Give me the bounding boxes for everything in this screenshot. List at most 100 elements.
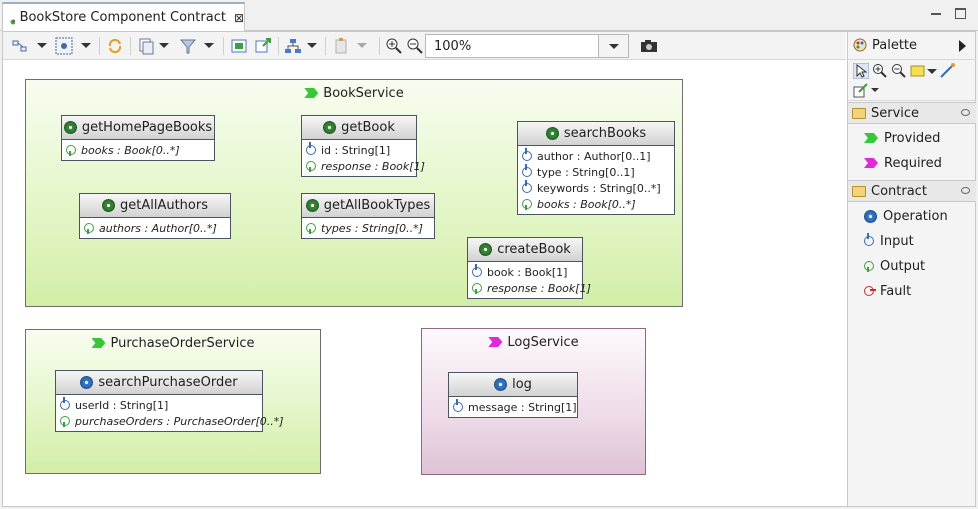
parameter-input[interactable]: type : String[0..1] [522,164,670,180]
diagram-select-icon[interactable] [11,37,29,55]
palette-item-required[interactable]: Required [864,152,942,174]
operation-search-books[interactable]: searchBooks author : Author[0..1] type :… [517,121,675,215]
parameter-label: type : String[0..1] [537,165,635,179]
parameter-output[interactable]: response : Book[1] [306,158,425,174]
provided-service-icon [304,88,319,98]
zoom-in-tool-icon[interactable] [872,63,888,79]
palette-panel: Palette Service Provided Required Contra… [847,32,976,506]
operation-name: log [512,377,532,392]
attachment-tool-icon[interactable] [853,82,869,98]
folder-icon [852,107,866,119]
chevron-down-icon[interactable] [357,43,367,48]
zoom-dropdown-button[interactable] [598,35,628,57]
input-icon [522,180,532,193]
export-icon[interactable] [254,37,272,55]
parameter-label: purchaseOrders : PurchaseOrder[0..*] [75,414,284,428]
palette-header[interactable]: Palette [848,32,976,58]
palette-item-provided[interactable]: Provided [864,127,940,149]
chevron-down-icon[interactable] [927,69,937,74]
operation-get-home-page-books[interactable]: getHomePageBooks books : Book[0..*] [61,115,215,161]
parameter-label: message : String[1] [468,400,577,414]
zoom-level-value: 100% [434,39,472,54]
parameter-input[interactable]: id : String[1] [306,142,412,158]
camera-icon[interactable] [640,37,658,55]
zoom-out-tool-icon[interactable] [891,63,907,79]
operation-get-all-book-types[interactable]: getAllBookTypes types : String[0..*] [301,193,435,239]
zoom-in-icon[interactable] [385,37,403,55]
parameter-label: userId : String[1] [75,398,169,412]
palette-item-fault[interactable]: Fault [864,280,911,302]
parameter-output[interactable]: authors : Author[0..*] [84,220,226,236]
show-all-icon[interactable] [230,37,248,55]
arrange-all-icon[interactable] [55,37,73,55]
paste-icon[interactable] [333,37,351,55]
editor-tab[interactable]: BookStore Component Contract ⊠ [2,2,245,31]
operation-log[interactable]: log message : String[1] [448,372,578,418]
diagram-file-icon [10,19,15,24]
pin-icon[interactable] [961,187,970,194]
palette-drawer-service[interactable]: Service [848,102,976,124]
operation-create-book[interactable]: createBook book : Book[1] response : Boo… [467,237,591,299]
required-arrow-icon [864,158,878,168]
chevron-down-icon[interactable] [871,88,879,92]
service-purchase-order-service[interactable]: PurchaseOrderService searchPurchaseOrder… [25,329,321,474]
chevron-down-icon[interactable] [37,43,47,48]
service-log-service[interactable]: LogService log message : String[1] [421,328,646,475]
drawer-label: Contract [871,183,927,199]
operation-name: createBook [497,242,571,257]
input-icon [306,142,316,155]
pin-icon[interactable] [961,109,970,116]
parameter-input[interactable]: author : Author[0..1] [522,148,670,164]
layout-icon[interactable] [284,37,302,55]
palette-item-label: Input [880,233,914,249]
chevron-down-icon[interactable] [307,43,317,48]
service-book-service[interactable]: BookService getHomePageBooks books : Boo… [25,79,683,307]
select-tool-icon[interactable] [853,63,869,79]
toolbar-separator [99,37,100,55]
minimize-icon[interactable] [928,6,944,20]
palette-expand-icon[interactable] [959,40,966,52]
parameter-input[interactable]: book : Book[1] [472,264,578,280]
operation-gear-icon [494,378,508,391]
filter-icon[interactable] [179,37,197,55]
parameter-input[interactable]: keywords : String[0..*] [522,180,670,196]
provided-service-icon [91,338,106,348]
chevron-down-icon[interactable] [159,43,169,48]
operation-get-book[interactable]: getBook id : String[1] response : Book[1… [301,115,425,177]
connection-tool-icon[interactable] [939,63,955,79]
palette-drawer-contract[interactable]: Contract [848,180,976,202]
parameter-output[interactable]: response : Book[1] [472,280,591,296]
parameter-input[interactable]: userId : String[1] [60,397,258,413]
palette-item-operation[interactable]: Operation [864,205,948,227]
operation-search-purchase-order[interactable]: searchPurchaseOrder userId : String[1] p… [55,370,284,432]
parameter-input[interactable]: message : String[1] [453,399,577,415]
service-title: BookService [323,85,404,101]
parameter-output[interactable]: books : Book[0..*] [66,142,210,158]
close-tab-icon[interactable]: ⊠ [234,11,244,25]
zoom-level-combo[interactable]: 100% [425,34,629,58]
output-icon [864,261,874,272]
operation-get-all-authors[interactable]: getAllAuthors authors : Author[0..*] [79,193,231,239]
copy-format-icon[interactable] [137,37,155,55]
palette-item-input[interactable]: Input [864,230,914,252]
palette-item-output[interactable]: Output [864,255,925,277]
folder-icon [852,185,866,197]
operation-name: searchBooks [563,126,647,141]
parameter-label: response : Book[1] [321,159,425,173]
output-icon [472,283,482,294]
chevron-down-icon[interactable] [81,43,91,48]
operation-gear-icon [305,199,319,212]
chevron-down-icon[interactable] [204,43,214,48]
parameter-output[interactable]: types : String[0..*] [306,220,430,236]
diagram-canvas[interactable]: BookService getHomePageBooks books : Boo… [3,61,846,506]
refresh-icon[interactable] [106,37,124,55]
toolbar-separator [379,37,380,55]
maximize-icon[interactable] [952,6,968,20]
operation-name: getHomePageBooks [81,120,213,135]
note-tool-icon[interactable] [910,63,926,79]
parameter-output[interactable]: books : Book[0..*] [522,196,670,212]
input-icon [522,148,532,161]
palette-item-label: Required [884,155,942,171]
zoom-out-icon[interactable] [406,37,424,55]
parameter-output[interactable]: purchaseOrders : PurchaseOrder[0..*] [60,413,284,429]
